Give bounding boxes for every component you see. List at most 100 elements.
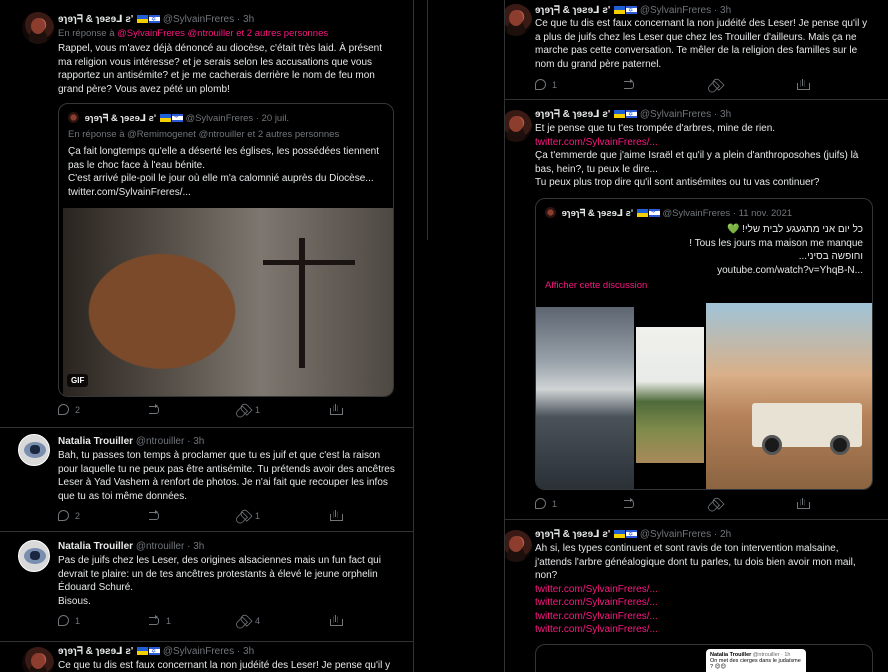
display-name[interactable]: ɘɿɘɿᖷ & ɿɘƨɘ⅃ ƨ' [58, 646, 133, 657]
tweet-header: Natalia Trouiller @ntrouiller · 3h [58, 541, 205, 552]
reply-button[interactable]: 1 [58, 615, 80, 626]
share-icon [330, 510, 343, 521]
timestamp[interactable]: 3h [193, 541, 204, 552]
like-button[interactable] [710, 498, 721, 509]
user-handle[interactable]: @SylvainFreres [163, 14, 234, 25]
like-button[interactable]: 4 [238, 615, 260, 626]
display-name[interactable]: ɘɿɘɿᖷ & ɿɘƨɘ⅃ ƨ' [535, 109, 610, 120]
avatar[interactable] [505, 530, 532, 562]
tweet-link[interactable]: twitter.com/SylvainFreres/... [535, 610, 873, 624]
tweet-natalia-2[interactable]: Natalia Trouiller @ntrouiller · 3h Pas d… [0, 532, 413, 642]
quote-link: youtube.com/watch?v=YhqB-N... [717, 264, 863, 276]
tweet-link[interactable]: twitter.com/SylvainFreres/... [535, 583, 873, 597]
retweet-button[interactable] [149, 510, 166, 521]
left-timeline-column: ɘɿɘɿᖷ & ɿɘƨɘ⅃ ƨ' @SylvainFreres · 3h En … [0, 0, 414, 672]
tweet-link[interactable]: twitter.com/SylvainFreres/... [535, 136, 873, 150]
tweet-link[interactable]: twitter.com/SylvainFreres/... [535, 596, 873, 610]
tweet-sylvain-partial[interactable]: ɘɿɘɿᖷ & ɿɘƨɘ⅃ ƨ' @SylvainFreres · 3h Ce … [0, 642, 413, 672]
gif-media[interactable]: GIF [63, 208, 393, 396]
display-name[interactable]: ɘɿɘɿᖷ & ɿɘƨɘ⅃ ƨ' [535, 5, 610, 16]
share-button[interactable] [330, 615, 343, 626]
retweet-button[interactable]: 1 [149, 615, 171, 626]
tweet-text: Bah, tu passes ton temps à proclamer que… [58, 450, 395, 502]
reply-icon [535, 79, 546, 90]
tweet-sylvain-2[interactable]: ɘɿɘɿᖷ & ɿɘƨɘ⅃ ƨ' @SylvainFreres · 3h Et … [505, 100, 888, 520]
share-icon [330, 615, 343, 626]
tweet-text: Pas de juifs chez les Leser, des origine… [58, 555, 381, 607]
gif-badge: GIF [67, 374, 89, 387]
like-button[interactable] [710, 79, 721, 90]
mention-link[interactable]: @SylvainFreres @ntrouiller [117, 28, 233, 39]
heart-icon [237, 403, 249, 415]
quoted-tweet[interactable]: ɘɿɘɿᖷ & ɿɘƨɘ⅃ ƨ' @SylvainFreres · 11 nov… [535, 198, 873, 490]
share-button[interactable] [330, 510, 343, 521]
retweet-button[interactable] [624, 79, 635, 90]
display-name[interactable]: ɘɿɘɿᖷ & ɿɘƨɘ⅃ ƨ' [58, 14, 133, 25]
crucifix-icon [299, 238, 305, 368]
user-handle[interactable]: @SylvainFreres [640, 109, 711, 120]
heart-icon [709, 78, 721, 90]
timestamp[interactable]: 3h [720, 5, 731, 16]
tweet-text: Ah si, les types continuent et sont ravi… [535, 542, 873, 637]
reply-icon [58, 510, 69, 521]
like-button[interactable]: 1 [238, 510, 260, 521]
share-icon [797, 79, 810, 90]
share-button[interactable] [797, 79, 810, 90]
avatar[interactable] [18, 434, 50, 466]
heart-icon [237, 614, 249, 626]
retweet-button[interactable] [624, 498, 635, 509]
heart-icon [237, 509, 249, 521]
timestamp[interactable]: 3h [243, 646, 254, 657]
share-button[interactable] [797, 498, 810, 509]
timestamp[interactable]: 2h [720, 529, 731, 540]
display-name[interactable]: Natalia Trouiller [58, 541, 133, 552]
quote-header: ɘɿɘɿᖷ & ɿɘƨɘ⅃ ƨ' @SylvainFreres · 11 nov… [545, 207, 792, 219]
tweet-header: Natalia Trouiller @ntrouiller · 3h [58, 436, 205, 447]
reply-button[interactable]: 2 [58, 404, 80, 415]
others-link[interactable]: et 2 autres personnes [236, 28, 328, 39]
photo-jeep[interactable] [706, 303, 872, 489]
user-handle[interactable]: @ntrouiller [136, 541, 185, 552]
avatar[interactable] [22, 12, 54, 44]
israel-flag-icon [626, 5, 638, 18]
tweet-sylvain-1[interactable]: ɘɿɘɿᖷ & ɿɘƨɘ⅃ ƨ' @SylvainFreres · 3h Ce … [505, 0, 888, 100]
display-name[interactable]: Natalia Trouiller [58, 436, 133, 447]
retweet-icon [149, 615, 160, 626]
reply-button[interactable]: 1 [535, 79, 557, 90]
retweet-button[interactable] [149, 404, 166, 415]
quote-text: כל יום אני מתגעגע לבית שלי! 💚 ! Tous les… [543, 223, 863, 277]
ukraine-flag-icon [614, 6, 626, 14]
reply-button[interactable]: 2 [58, 510, 80, 521]
user-handle[interactable]: @SylvainFreres [163, 646, 234, 657]
user-handle[interactable]: @SylvainFreres [640, 529, 711, 540]
quoted-tweet[interactable]: ɘɿɘɿᖷ & ɿɘƨɘ⅃ ƨ' @SylvainFreres · 20 jui… [58, 103, 394, 397]
timestamp[interactable]: 3h [243, 14, 254, 25]
avatar[interactable] [505, 110, 532, 142]
tweet-sylvain-reply[interactable]: ɘɿɘɿᖷ & ɿɘƨɘ⅃ ƨ' @SylvainFreres · 3h En … [0, 0, 413, 428]
photo-sea[interactable] [536, 307, 634, 489]
embedded-screenshot[interactable]: Natalia Trouiller @ntrouiller · 1h On me… [535, 644, 873, 672]
user-handle[interactable]: @ntrouiller [136, 436, 185, 447]
show-thread-link[interactable]: Afficher cette discussion [545, 279, 647, 293]
timestamp[interactable]: 3h [720, 109, 731, 120]
tweet-sylvain-3[interactable]: ɘɿɘɿᖷ & ɿɘƨɘ⅃ ƨ' @SylvainFreres · 2h Ah … [505, 520, 888, 672]
user-handle[interactable]: @SylvainFreres [640, 5, 711, 16]
reply-icon [58, 404, 69, 415]
share-button[interactable] [330, 404, 343, 415]
tweet-natalia-1[interactable]: Natalia Trouiller @ntrouiller · 3h Bah, … [0, 428, 413, 532]
tweet-actions: 1 1 4 [58, 615, 358, 629]
display-name[interactable]: ɘɿɘɿᖷ & ɿɘƨɘ⅃ ƨ' [535, 529, 610, 540]
avatar[interactable] [22, 647, 54, 672]
avatar [68, 112, 79, 123]
avatar[interactable] [505, 4, 532, 36]
like-button[interactable]: 1 [238, 404, 260, 415]
avatar[interactable] [18, 540, 50, 572]
timestamp[interactable]: 3h [193, 436, 204, 447]
photo-palm[interactable] [636, 327, 704, 463]
reply-button[interactable]: 1 [535, 498, 557, 509]
retweet-icon [149, 404, 160, 415]
retweet-icon [149, 510, 160, 521]
tweet-header: ɘɿɘɿᖷ & ɿɘƨɘ⅃ ƨ' @SylvainFreres · 3h [535, 4, 731, 18]
tweet-actions: 2 1 [58, 404, 358, 418]
tweet-link[interactable]: twitter.com/SylvainFreres/... [535, 623, 873, 637]
